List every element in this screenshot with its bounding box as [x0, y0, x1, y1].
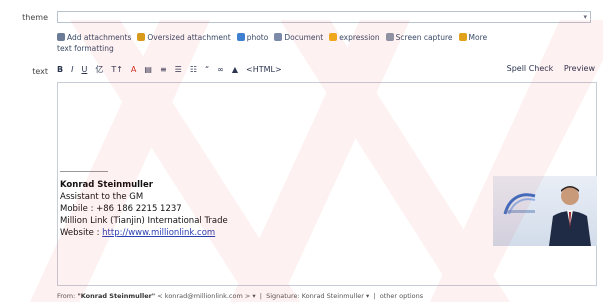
- format-button[interactable]: ☰: [175, 65, 182, 74]
- signature-company: Million Link (Tianjin) International Tra…: [60, 216, 228, 226]
- format-button[interactable]: T↑: [111, 65, 123, 74]
- attachment-label: expression: [339, 33, 380, 42]
- footer-bar: From: "Konrad Steinmuller" < konrad@mill…: [57, 292, 423, 300]
- signature-mobile: Mobile : +86 186 2215 1237: [60, 204, 182, 214]
- document-icon: [274, 33, 283, 41]
- text-label: text: [32, 67, 48, 76]
- paperclip-icon: [57, 33, 65, 41]
- format-button[interactable]: A: [131, 65, 136, 74]
- signature-name: Konrad Steinmuller: [60, 180, 153, 190]
- signature-select[interactable]: Signature: Konrad Steinmuller: [266, 292, 364, 300]
- smiley-icon: [329, 33, 338, 41]
- attachment-label: Screen capture: [395, 33, 453, 42]
- format-button[interactable]: B: [57, 65, 63, 74]
- format-button[interactable]: ▤: [144, 65, 152, 74]
- format-buttons: B I U 亿 T↑ A ▤ ≡ ☰ ☷ “ ∞ ▲ <HTML>: [57, 64, 290, 75]
- signature-separator: [60, 171, 108, 172]
- format-toolbar: B I U 亿 T↑ A ▤ ≡ ☰ ☷ “ ∞ ▲ <HTML> Spell Check Preview: [57, 64, 597, 78]
- attachment-item[interactable]: Document: [274, 32, 323, 43]
- attachment-label: More: [468, 33, 488, 42]
- spell-check-button[interactable]: Spell Check: [507, 64, 554, 73]
- format-button[interactable]: ≡: [160, 65, 167, 74]
- format-button[interactable]: <HTML>: [246, 65, 282, 74]
- preview-button[interactable]: Preview: [564, 64, 595, 73]
- scissors-icon: [385, 33, 394, 41]
- theme-label: theme: [22, 13, 48, 22]
- format-button[interactable]: 亿: [95, 64, 103, 75]
- chevron-down-icon[interactable]: ▾: [583, 13, 587, 21]
- from-prefix: From:: [57, 292, 76, 300]
- website-link[interactable]: http://www.millionlink.com: [102, 228, 215, 238]
- message-editor[interactable]: Konrad Steinmuller Assistant to the GM M…: [57, 82, 597, 286]
- attachment-item[interactable]: photo: [236, 32, 269, 43]
- footer-divider: ▾ |: [366, 292, 378, 300]
- from-email[interactable]: < konrad@millionlink.com >: [157, 292, 250, 300]
- attachment-item[interactable]: More: [458, 32, 488, 43]
- format-button[interactable]: U: [81, 65, 87, 74]
- image-icon: [236, 33, 245, 41]
- attachment-label: Add attachments: [67, 33, 132, 42]
- person-portrait-icon: [549, 186, 591, 246]
- company-logo-icon: [503, 193, 536, 215]
- signature-website: Website : http://www.millionlink.com: [60, 227, 228, 239]
- signature-photo: [493, 176, 597, 246]
- format-button[interactable]: “: [205, 65, 209, 74]
- website-label: Website :: [60, 228, 103, 238]
- paperclip-icon: [137, 33, 146, 41]
- signature-title: Assistant to the GM: [60, 192, 144, 202]
- more-icon: [458, 33, 467, 41]
- attachment-label: Document: [284, 33, 324, 42]
- other-options-link[interactable]: other options: [380, 292, 423, 300]
- attachment-item[interactable]: Add attachments: [57, 32, 131, 43]
- attachment-item[interactable]: Screen capture: [385, 32, 453, 43]
- footer-divider: ▾ |: [252, 292, 265, 300]
- attachment-bar: Add attachments Oversized attachment photo…: [57, 32, 597, 54]
- format-button[interactable]: ∞: [217, 65, 224, 74]
- attachment-item[interactable]: expression: [329, 32, 380, 43]
- theme-input[interactable]: ▾: [57, 11, 591, 23]
- signature-block: Konrad Steinmuller Assistant to the GM M…: [60, 179, 228, 239]
- format-button[interactable]: ▲: [232, 65, 238, 74]
- from-name: "Konrad Steinmuller": [77, 292, 156, 300]
- format-button[interactable]: I: [71, 65, 73, 74]
- format-button[interactable]: ☷: [190, 65, 197, 74]
- attachment-label: photo: [246, 33, 269, 42]
- attachment-item[interactable]: Oversized attachment: [137, 32, 231, 43]
- text-formatting-link[interactable]: text formatting: [57, 44, 114, 53]
- attachment-label: Oversized attachment: [147, 33, 231, 42]
